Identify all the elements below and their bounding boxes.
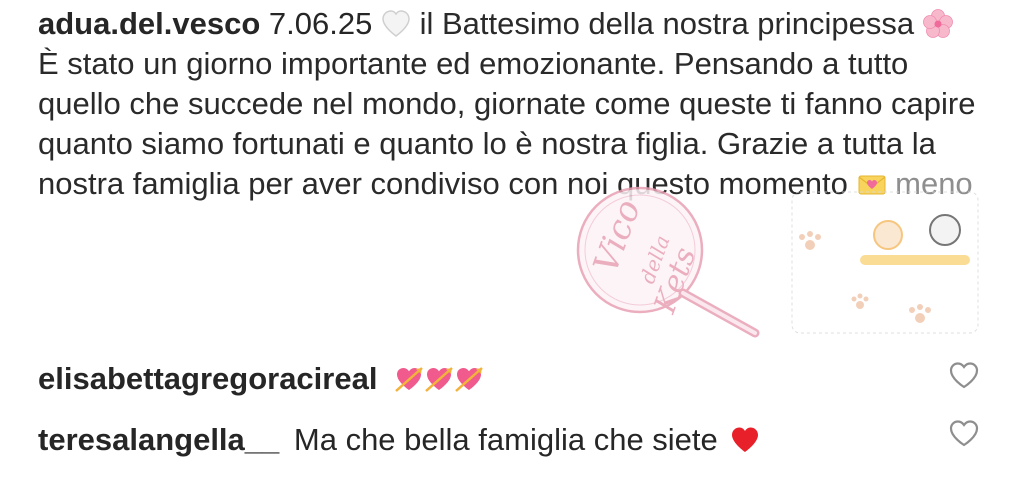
like-comment-heart-icon[interactable] — [948, 418, 980, 448]
like-comment-heart-icon[interactable] — [948, 360, 980, 390]
caption-text-body: È stato un giorno importante ed emoziona… — [38, 46, 976, 201]
decorative-stickers — [791, 191, 979, 334]
heart-arrow-icon — [455, 367, 483, 392]
svg-text:della: della — [635, 232, 674, 287]
love-letter-icon — [858, 175, 885, 195]
white-heart-icon — [382, 10, 410, 37]
svg-text:Kets: Kets — [647, 243, 703, 319]
comment-username[interactable]: elisabettagregoraci​real — [38, 361, 377, 396]
comment-text: Ma che bella famiglia che siete — [293, 422, 718, 457]
less-link[interactable]: meno — [895, 166, 973, 201]
comment-username[interactable]: teresalangella__ — [38, 422, 279, 457]
red-heart-icon — [732, 427, 759, 452]
pink-flower-icon — [922, 9, 953, 38]
svg-text:Vico: Vico — [586, 195, 649, 279]
post-username[interactable]: adua.del.vesco — [38, 6, 260, 41]
post-caption: adua.del.vesco 7.06.25 il Battesimo dell… — [38, 4, 988, 204]
heart-arrow-icon — [425, 367, 453, 392]
heart-arrow-icon — [395, 367, 423, 392]
post-date: 7.06.25 — [268, 6, 373, 41]
comment-row: elisabettagregoraci​real — [38, 359, 484, 399]
comment-row: teresalangella__ Ma che bella famiglia c… — [38, 420, 760, 460]
caption-text-intro: il Battesimo della nostra principessa — [419, 6, 915, 41]
